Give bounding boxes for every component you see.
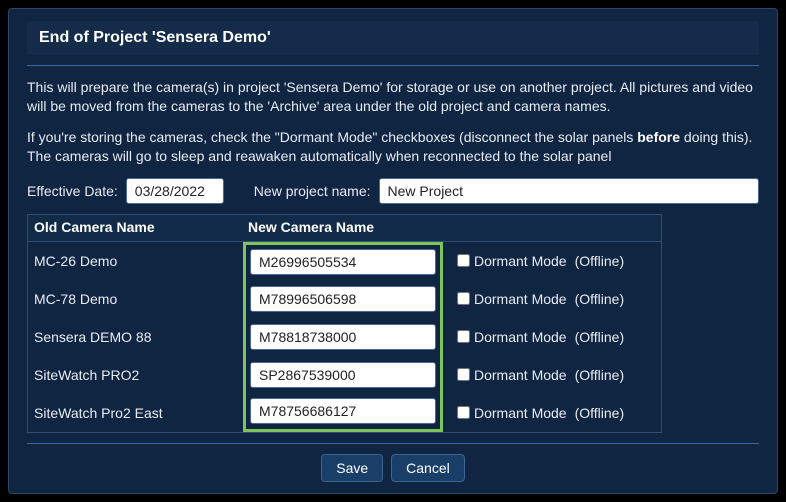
paragraph2-part-a: If you're storing the cameras, check the… bbox=[27, 129, 637, 145]
camera-table: Old Camera Name New Camera Name MC-26 De… bbox=[27, 214, 662, 433]
dormant-mode-checkbox[interactable] bbox=[457, 330, 470, 343]
panel-titlebar: End of Project 'Sensera Demo' bbox=[27, 21, 759, 55]
new-camera-name-cell bbox=[243, 280, 443, 318]
dormant-mode-label: Dormant Mode bbox=[474, 405, 567, 421]
new-camera-name-cell bbox=[243, 356, 443, 394]
dormant-mode-checkbox[interactable] bbox=[457, 254, 470, 267]
table-header: Old Camera Name New Camera Name bbox=[27, 214, 662, 242]
old-camera-name: MC-26 Demo bbox=[28, 253, 243, 269]
description-paragraph-2: If you're storing the cameras, check the… bbox=[27, 128, 759, 166]
dormant-mode-checkbox[interactable] bbox=[457, 406, 470, 419]
new-camera-name-cell bbox=[243, 318, 443, 356]
table-row: MC-26 Demo Dormant Mode (Offline) bbox=[28, 242, 661, 280]
dormant-mode-cell[interactable]: Dormant Mode bbox=[443, 405, 567, 421]
form-row-top: Effective Date: New project name: bbox=[27, 178, 759, 204]
paragraph2-bold: before bbox=[637, 129, 680, 145]
old-camera-name: MC-78 Demo bbox=[28, 291, 243, 307]
table-row: SiteWatch Pro2 East Dormant Mode (Offlin… bbox=[28, 394, 661, 432]
old-camera-name: SiteWatch Pro2 East bbox=[28, 405, 243, 421]
dormant-mode-cell[interactable]: Dormant Mode bbox=[443, 329, 567, 345]
end-of-project-panel: End of Project 'Sensera Demo' This will … bbox=[8, 8, 778, 494]
camera-status: (Offline) bbox=[567, 253, 625, 269]
table-row: SiteWatch PRO2 Dormant Mode (Offline) bbox=[28, 356, 661, 394]
dormant-mode-cell[interactable]: Dormant Mode bbox=[443, 291, 567, 307]
camera-status: (Offline) bbox=[567, 329, 625, 345]
new-camera-name-cell bbox=[243, 394, 443, 432]
column-header-new-name: New Camera Name bbox=[242, 214, 662, 242]
dormant-mode-cell[interactable]: Dormant Mode bbox=[443, 367, 567, 383]
dormant-mode-label: Dormant Mode bbox=[474, 367, 567, 383]
dormant-mode-label: Dormant Mode bbox=[474, 329, 567, 345]
table-row: MC-78 Demo Dormant Mode (Offline) bbox=[28, 280, 661, 318]
new-camera-name-cell bbox=[243, 242, 443, 280]
dormant-mode-label: Dormant Mode bbox=[474, 253, 567, 269]
save-button[interactable]: Save bbox=[321, 454, 383, 482]
new-project-name-label: New project name: bbox=[254, 183, 371, 199]
new-camera-name-input[interactable] bbox=[250, 362, 436, 388]
new-camera-name-input[interactable] bbox=[250, 324, 436, 350]
table-row: Sensera DEMO 88 Dormant Mode (Offline) bbox=[28, 318, 661, 356]
old-camera-name: SiteWatch PRO2 bbox=[28, 367, 243, 383]
column-header-old-name: Old Camera Name bbox=[27, 214, 242, 242]
panel-title: End of Project 'Sensera Demo' bbox=[39, 29, 747, 47]
effective-date-input[interactable] bbox=[126, 178, 224, 204]
dormant-mode-cell[interactable]: Dormant Mode bbox=[443, 253, 567, 269]
camera-status: (Offline) bbox=[567, 291, 625, 307]
action-bar: Save Cancel bbox=[27, 454, 759, 482]
divider-top bbox=[27, 65, 759, 66]
camera-status: (Offline) bbox=[567, 367, 625, 383]
cancel-button[interactable]: Cancel bbox=[391, 454, 465, 482]
old-camera-name: Sensera DEMO 88 bbox=[28, 329, 243, 345]
dormant-mode-checkbox[interactable] bbox=[457, 292, 470, 305]
new-camera-name-input[interactable] bbox=[250, 286, 436, 312]
effective-date-label: Effective Date: bbox=[27, 183, 118, 199]
new-camera-name-input[interactable] bbox=[250, 398, 436, 424]
new-camera-name-input[interactable] bbox=[250, 249, 436, 275]
divider-bottom bbox=[27, 443, 759, 444]
camera-status: (Offline) bbox=[567, 405, 625, 421]
dormant-mode-label: Dormant Mode bbox=[474, 291, 567, 307]
new-project-name-input[interactable] bbox=[379, 178, 759, 204]
description-paragraph-1: This will prepare the camera(s) in proje… bbox=[27, 78, 759, 116]
dormant-mode-checkbox[interactable] bbox=[457, 368, 470, 381]
table-body: MC-26 Demo Dormant Mode (Offline) MC-78 … bbox=[27, 242, 662, 433]
